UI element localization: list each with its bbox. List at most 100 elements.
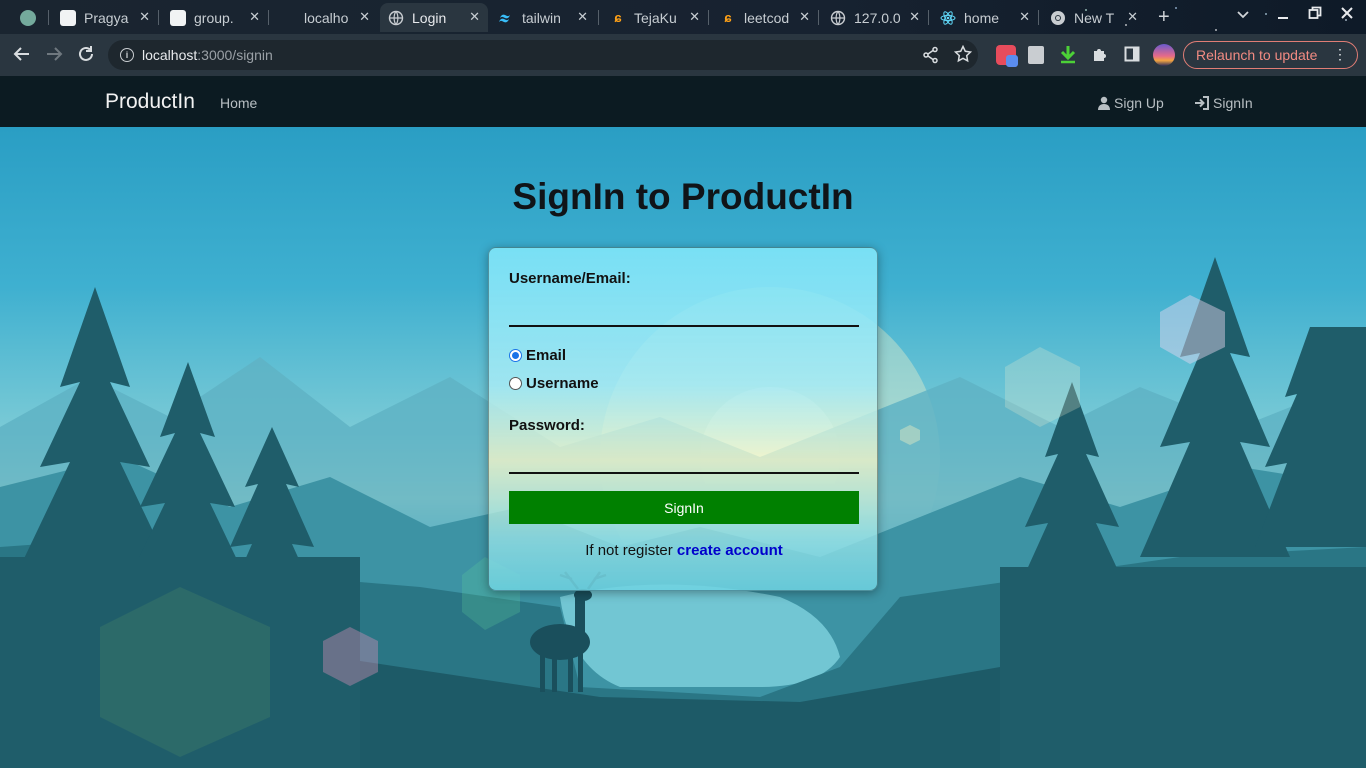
site-navbar: ProductIn Home Sign Up SignIn (0, 76, 1366, 127)
leetcode-icon: ɕ (724, 10, 732, 25)
password-input[interactable] (509, 444, 859, 474)
tab-separator (1038, 10, 1039, 25)
browser-tab-bar: Pragya ✕ group. ✕ localho ✕ Login ✕ tail… (0, 0, 1366, 76)
more-menu-icon[interactable]: ⋮ (1333, 46, 1347, 63)
tab-127[interactable]: 127.0.0 ✕ (822, 3, 928, 32)
username-input[interactable] (509, 297, 859, 327)
radio-email[interactable]: Email (509, 347, 566, 364)
tab-localhost[interactable]: localho ✕ (272, 3, 378, 32)
tab-title: New T (1074, 9, 1115, 26)
close-tab-icon[interactable]: ✕ (139, 9, 150, 25)
close-tab-icon[interactable]: ✕ (577, 9, 588, 25)
close-tab-icon[interactable]: ✕ (359, 9, 370, 25)
tab-title: home (964, 9, 1000, 26)
tab-login[interactable]: Login ✕ (380, 3, 488, 32)
tab-separator (818, 10, 819, 25)
new-tab-icon[interactable]: + (1158, 6, 1170, 29)
bookmark-star-icon[interactable] (953, 44, 973, 67)
url-path: :3000/signin (197, 47, 273, 63)
forward-icon[interactable] (44, 44, 64, 68)
close-tab-icon[interactable]: ✕ (469, 9, 480, 25)
react-icon (940, 10, 956, 26)
close-tab-icon[interactable]: ✕ (799, 9, 810, 25)
chatgpt-icon (20, 9, 36, 26)
tab-group[interactable]: group. ✕ (162, 3, 268, 32)
nav-signup-link[interactable]: Sign Up (1097, 95, 1164, 111)
user-icon (1098, 96, 1110, 110)
tab-title: Pragya (84, 9, 129, 26)
chrome-icon (1050, 10, 1066, 26)
extensions-puzzle-icon[interactable] (1092, 46, 1108, 62)
tab-title: 127.0.0 (854, 9, 900, 26)
tab-pragya[interactable]: Pragya ✕ (52, 3, 158, 32)
tab-title: tailwin (522, 9, 561, 26)
close-tab-icon[interactable]: ✕ (689, 9, 700, 25)
browser-toolbar: i localhost:3000/signin (0, 34, 1366, 76)
tab-separator (928, 10, 929, 25)
tab-new[interactable]: New T ✕ (1042, 3, 1146, 32)
tab-tejaku[interactable]: ɕ TejaKu ✕ (602, 3, 708, 32)
doc-icon (170, 9, 186, 26)
radio-email-button[interactable] (509, 349, 522, 362)
signin-card: Username/Email: Email Username Password:… (488, 247, 878, 591)
tab-leetcode[interactable]: ɕ leetcod ✕ (712, 3, 818, 32)
url-text: localhost:3000/signin (142, 47, 273, 63)
blank-icon (280, 10, 296, 26)
radio-username-button[interactable] (509, 377, 522, 390)
side-panel-icon[interactable] (1124, 46, 1140, 62)
radio-email-label: Email (526, 347, 567, 364)
tab-separator (708, 10, 709, 25)
tab-home[interactable]: home ✕ (932, 3, 1038, 32)
relaunch-button[interactable]: Relaunch to update ⋮ (1183, 41, 1358, 69)
password-label: Password: (509, 417, 585, 434)
signin-icon (1195, 96, 1209, 110)
tab-title: Login (412, 9, 447, 26)
nav-signin-label: SignIn (1213, 95, 1253, 111)
close-window-icon[interactable] (1340, 6, 1354, 23)
signin-submit-button[interactable]: SignIn (509, 491, 859, 524)
nav-signin-link[interactable]: SignIn (1194, 95, 1253, 111)
address-bar[interactable]: i localhost:3000/signin (108, 40, 978, 70)
radio-username-label: Username (526, 375, 599, 392)
tailwind-icon (498, 10, 514, 26)
reload-icon[interactable] (76, 44, 96, 68)
nav-home-link[interactable]: Home (220, 95, 257, 111)
share-icon[interactable] (922, 46, 940, 68)
site-info-icon[interactable]: i (120, 48, 134, 62)
create-account-link[interactable]: create account (677, 542, 783, 559)
tab-search-chevron-icon[interactable] (1237, 8, 1249, 22)
clipboard-extension-icon[interactable] (1028, 46, 1044, 64)
download-extension-icon[interactable] (1060, 46, 1076, 64)
minimize-icon[interactable] (1276, 6, 1290, 23)
register-prompt: If not register create account (489, 542, 879, 559)
globe-icon (388, 10, 404, 26)
close-tab-icon[interactable]: ✕ (1019, 9, 1030, 25)
tab-separator (158, 10, 159, 25)
brand-logo[interactable]: ProductIn (105, 90, 195, 114)
leetcode-icon: ɕ (614, 10, 622, 25)
relaunch-label: Relaunch to update (1196, 47, 1318, 63)
radio-username[interactable]: Username (509, 375, 599, 392)
tab-title: localho (304, 9, 349, 26)
page-title: SignIn to ProductIn (512, 176, 854, 217)
tab-title: leetcod (744, 9, 790, 26)
profile-avatar[interactable] (1153, 44, 1175, 66)
doc-icon (60, 9, 76, 26)
tab-title: group. (194, 9, 234, 26)
tab-tailwind[interactable]: tailwin ✕ (490, 3, 596, 32)
username-label: Username/Email: (509, 270, 631, 287)
nav-signup-label: Sign Up (1114, 95, 1164, 111)
restore-icon[interactable] (1308, 6, 1322, 23)
extension-badge-icon (1006, 55, 1018, 67)
close-tab-icon[interactable]: ✕ (909, 9, 920, 25)
globe-icon (830, 10, 846, 26)
tab-title: TejaKu (634, 9, 677, 26)
close-tab-icon[interactable]: ✕ (249, 9, 260, 25)
tab-separator (598, 10, 599, 25)
tab-chatgpt[interactable] (12, 3, 48, 32)
back-icon[interactable] (12, 44, 32, 68)
register-text: If not register (585, 542, 673, 559)
tab-separator (268, 10, 269, 25)
close-tab-icon[interactable]: ✕ (1127, 9, 1138, 25)
url-host: localhost (142, 47, 198, 63)
